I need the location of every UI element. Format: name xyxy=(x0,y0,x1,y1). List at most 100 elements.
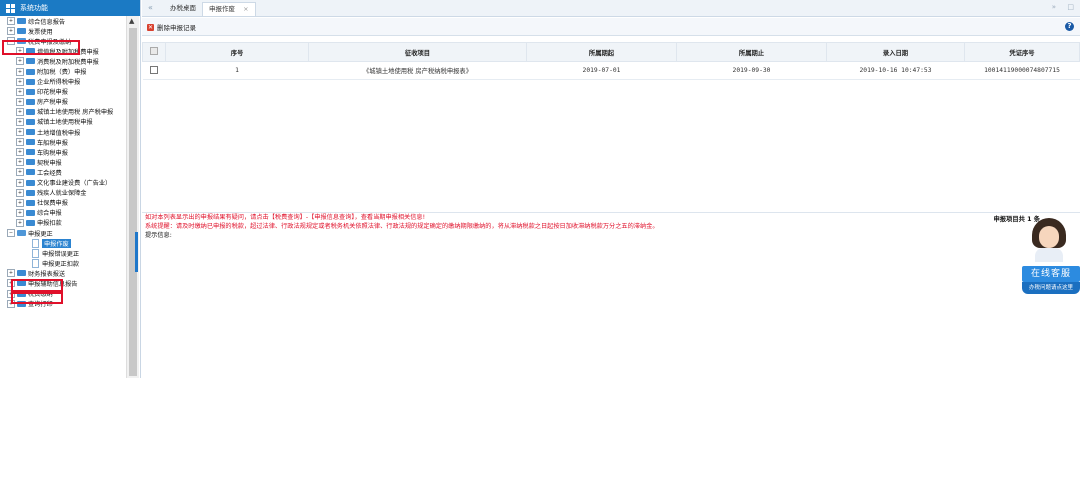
expand-icon[interactable]: + xyxy=(16,158,24,167)
expand-icon[interactable]: + xyxy=(16,178,24,187)
expand-icon[interactable]: + xyxy=(16,107,24,116)
folder-icon xyxy=(26,88,35,95)
tab-scroll-left-icon[interactable]: « xyxy=(148,3,153,12)
scroll-up-icon[interactable]: ▲ xyxy=(129,17,134,25)
row-checkbox[interactable] xyxy=(150,65,158,74)
sidebar-item[interactable]: + 文化事业建设费（广告业） xyxy=(0,178,126,188)
expand-icon[interactable]: + xyxy=(16,138,24,147)
folder-icon xyxy=(26,78,35,85)
expand-icon[interactable]: + xyxy=(16,188,24,197)
service-subtitle[interactable]: 办税问题请点这里 xyxy=(1022,282,1080,294)
expand-icon[interactable]: + xyxy=(16,67,24,76)
column-header: 序号 xyxy=(165,42,309,62)
table-row[interactable]: 1 《城镇土地使用税 房产税纳税申报表》 2019-07-01 2019-09-… xyxy=(142,61,1080,80)
sidebar-item[interactable]: + 综合信息报告 xyxy=(0,16,126,26)
cell-levy-item: 《城镇土地使用税 房产税纳税申报表》 xyxy=(308,61,527,80)
document-icon xyxy=(32,238,39,248)
table-header-row: 序号 征收项目 所属期起 所属期止 录入日期 凭证序号 xyxy=(142,42,1080,62)
sidebar-item-label: 残疾人就业保障金 xyxy=(37,190,87,198)
delete-record-button[interactable]: ✕ 删除申报记录 xyxy=(147,22,196,32)
sidebar-item[interactable]: + 印花税申报 xyxy=(0,87,126,97)
online-service-widget[interactable]: 在线客服 办税问题请点这里 xyxy=(1018,212,1080,308)
sidebar-item[interactable]: − 申报更正 xyxy=(0,228,126,238)
sidebar-item[interactable]: + 附加税（费）申报 xyxy=(0,66,126,76)
expand-icon[interactable]: + xyxy=(16,117,24,126)
folder-icon xyxy=(26,118,35,125)
expand-icon[interactable]: + xyxy=(16,128,24,137)
column-header: 所属期止 xyxy=(676,42,827,62)
toolbar: ✕ 删除申报记录 ? xyxy=(142,18,1080,36)
sidebar-item[interactable]: + 工会经费 xyxy=(0,167,126,177)
sidebar-item[interactable]: 申报更正扣款 xyxy=(0,258,126,268)
expand-icon[interactable]: + xyxy=(7,27,15,36)
expand-icon[interactable]: + xyxy=(16,57,24,66)
sidebar-item[interactable]: + 车船税申报 xyxy=(0,137,126,147)
folder-icon xyxy=(26,58,35,65)
sidebar-item[interactable]: + 消费税及附加税费申报 xyxy=(0,56,126,66)
collapse-icon[interactable]: − xyxy=(7,229,15,238)
tab-label: 申报作废 xyxy=(209,5,235,13)
expand-icon[interactable]: + xyxy=(16,148,24,157)
tab-scroll-right-icon[interactable]: » xyxy=(1052,3,1056,11)
service-avatar xyxy=(1032,218,1066,262)
window-restore-icon[interactable]: □ xyxy=(1067,3,1074,11)
cell-voucher-no: 10014119000074807715 xyxy=(964,61,1080,80)
panel-splitter[interactable] xyxy=(135,232,138,272)
sidebar-item[interactable]: + 城镇土地使用税申报 xyxy=(0,117,126,127)
sidebar-item[interactable]: + 契税申报 xyxy=(0,157,126,167)
folder-icon xyxy=(26,159,35,166)
close-icon[interactable]: × xyxy=(243,5,248,13)
tab-void-declaration[interactable]: 申报作废 × xyxy=(202,2,256,16)
folder-icon xyxy=(26,199,35,206)
sidebar-item[interactable]: + 发票使用 xyxy=(0,26,126,36)
sidebar-item-label: 申报更正 xyxy=(28,230,53,238)
sidebar-item[interactable]: + 综合申报 xyxy=(0,208,126,218)
expand-icon[interactable]: + xyxy=(16,168,24,177)
column-header: 所属期起 xyxy=(526,42,677,62)
grid-icon xyxy=(6,3,15,13)
sidebar-item[interactable]: + 房产税申报 xyxy=(0,97,126,107)
expand-icon[interactable]: + xyxy=(7,17,15,26)
sidebar-item-label: 城镇土地使用税申报 xyxy=(37,119,93,127)
document-icon xyxy=(32,248,39,258)
expand-icon[interactable]: + xyxy=(16,87,24,96)
delete-icon: ✕ xyxy=(147,23,154,31)
sidebar-item[interactable]: 申报作废 xyxy=(0,238,126,248)
sidebar-item[interactable]: 申报错误更正 xyxy=(0,248,126,258)
expand-icon[interactable]: + xyxy=(16,77,24,86)
notice-panel: 如对本列表显示出的申报结果有疑问，请点击【税费查询】-【申报信息查询】，查看当期… xyxy=(142,212,1080,379)
row-select-cell[interactable] xyxy=(142,61,166,80)
expand-icon[interactable]: + xyxy=(16,198,24,207)
sidebar-item-label: 申报扣款 xyxy=(37,220,62,228)
expand-icon[interactable]: + xyxy=(16,208,24,217)
cell-period-end: 2019-09-30 xyxy=(676,61,827,80)
sidebar-item[interactable]: + 财务报表报送 xyxy=(0,268,126,278)
sidebar-item-label: 房产税申报 xyxy=(37,99,68,107)
sidebar-item[interactable]: + 城镇土地使用税 房产税申报 xyxy=(0,107,126,117)
select-all-cell[interactable] xyxy=(142,42,166,62)
sidebar-item[interactable]: + 社保费申报 xyxy=(0,198,126,208)
sidebar: 系统功能 + 综合信息报告 + 发票使用 − 税费申报及缴纳 + 增值税及附加税费申报 + 消费税… xyxy=(0,0,141,378)
service-title[interactable]: 在线客服 xyxy=(1022,266,1080,282)
sidebar-item[interactable]: + 企业所得税申报 xyxy=(0,77,126,87)
sidebar-scrollbar[interactable]: ▲ xyxy=(126,16,139,378)
folder-icon xyxy=(26,129,35,136)
select-all-checkbox[interactable] xyxy=(150,47,158,55)
sidebar-item-label: 印花税申报 xyxy=(37,89,68,97)
sidebar-item[interactable]: + 车购税申报 xyxy=(0,147,126,157)
expand-icon[interactable]: + xyxy=(16,97,24,106)
folder-icon xyxy=(26,209,35,216)
sidebar-item-label: 消费税及附加税费申报 xyxy=(37,58,99,66)
cell-period-start: 2019-07-01 xyxy=(526,61,677,80)
sidebar-item[interactable]: + 残疾人就业保障金 xyxy=(0,188,126,198)
tab-office-desktop[interactable]: 办税桌面 xyxy=(164,2,202,15)
expand-icon[interactable]: + xyxy=(16,218,24,227)
sidebar-item[interactable]: + 申报扣款 xyxy=(0,218,126,228)
sidebar-item-label: 综合申报 xyxy=(37,210,62,218)
scroll-thumb[interactable] xyxy=(129,28,137,376)
sidebar-item-label: 申报更正扣款 xyxy=(42,260,80,268)
sidebar-item[interactable]: + 土地增值税申报 xyxy=(0,127,126,137)
expand-icon[interactable]: + xyxy=(7,269,15,278)
help-icon[interactable]: ? xyxy=(1065,22,1074,31)
sidebar-item-label: 文化事业建设费（广告业） xyxy=(37,180,112,188)
